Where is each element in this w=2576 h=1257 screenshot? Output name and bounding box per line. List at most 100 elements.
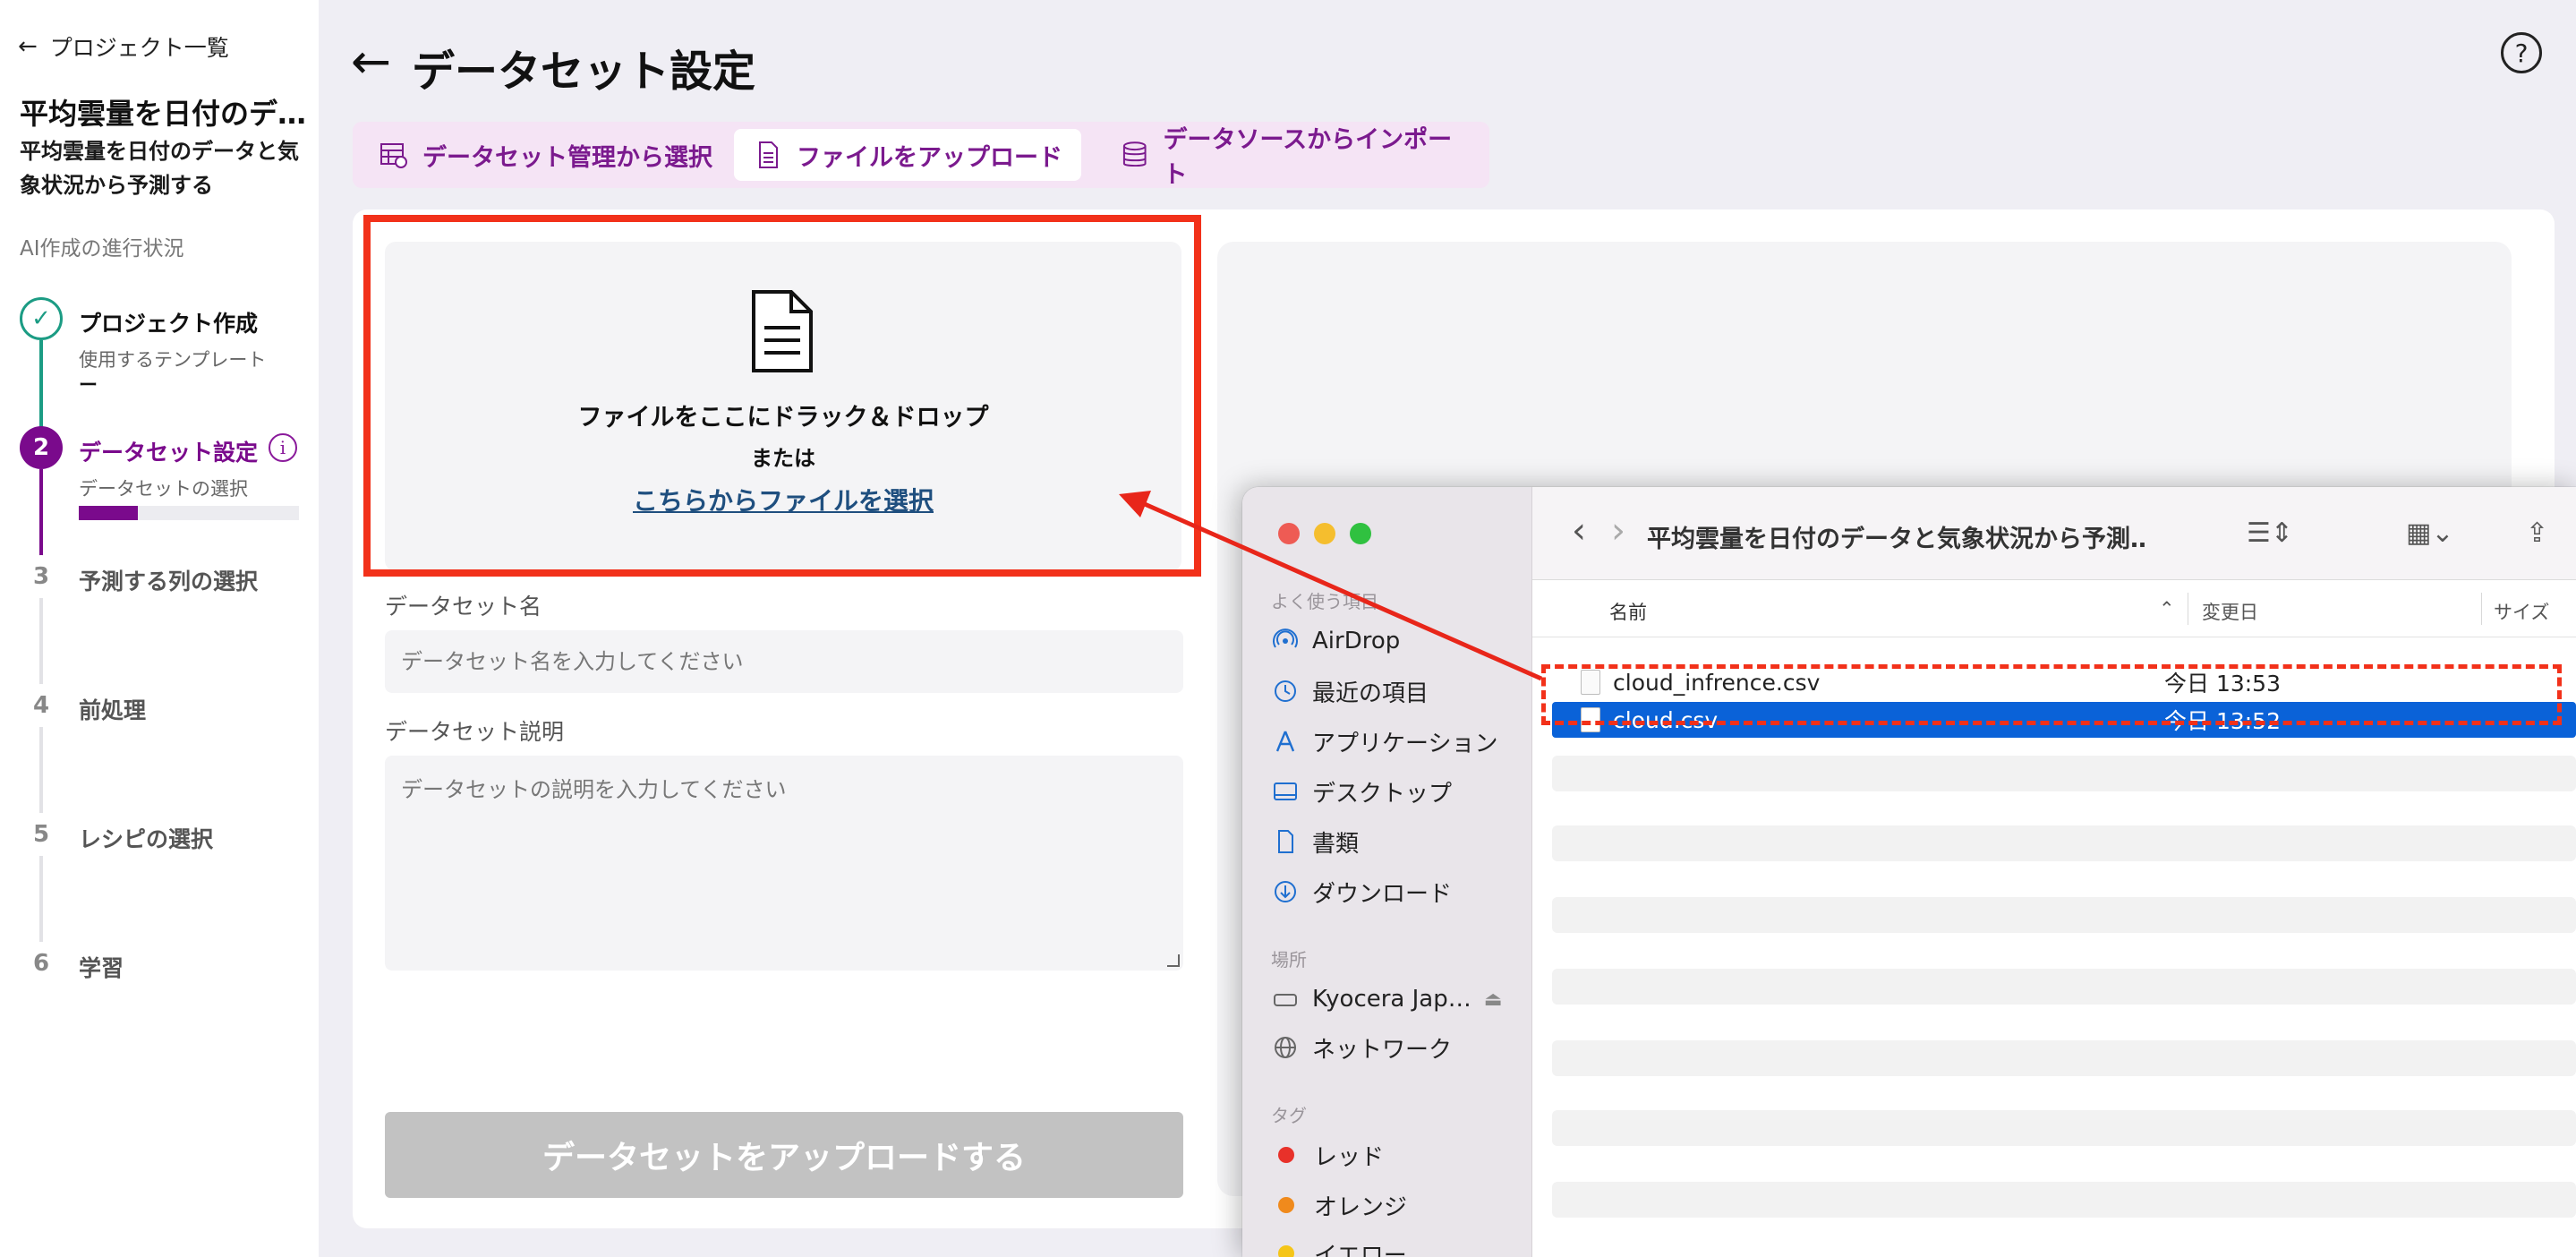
- drive-icon: [1271, 985, 1300, 1013]
- sidebar-item-label: Kyocera Jap…: [1312, 986, 1471, 1013]
- finder-window: よく使う項目 AirDrop 最近の項目 アプリケーション デスクトップ 書類 …: [1242, 487, 2576, 1257]
- step-number: 2: [20, 426, 63, 469]
- upload-dataset-button[interactable]: データセットをアップロードする: [385, 1112, 1183, 1198]
- back-label: プロジェクト一覧: [49, 35, 229, 61]
- column-name[interactable]: 名前: [1609, 598, 1647, 625]
- list-view-icon[interactable]: ☰⇕: [2247, 517, 2293, 549]
- tab-label: ファイルをアップロード: [797, 143, 1062, 172]
- close-window-button[interactable]: [1278, 523, 1300, 544]
- sidebar-item-drive[interactable]: Kyocera Jap… ⏏: [1271, 981, 1503, 1017]
- zoom-window-button[interactable]: [1350, 523, 1371, 544]
- selected-file-highlight-annotation: [1541, 664, 2562, 725]
- step-project-create[interactable]: プロジェクト作成: [79, 306, 258, 338]
- step-number: 4: [20, 684, 63, 727]
- tag-dot-icon: [1278, 1245, 1294, 1257]
- column-divider: [2481, 593, 2482, 625]
- finder-toolbar: ‹ › 平均雲量を日付のデータと気象状況から予測… ☰⇕ ▦⌄ ⇪: [1532, 487, 2576, 580]
- sidebar-item-documents[interactable]: 書類: [1271, 824, 1359, 859]
- tab-file-upload[interactable]: ファイルをアップロード: [734, 129, 1081, 181]
- finder-column-header: 名前 ⌃ 変更日 サイズ: [1532, 580, 2576, 637]
- step-number: 6: [20, 942, 63, 985]
- step-dataset-settings[interactable]: データセット設定: [79, 435, 258, 467]
- document-icon: [759, 141, 778, 168]
- favorites-heading: よく使う項目: [1271, 591, 1378, 612]
- progress-fill: [79, 506, 139, 520]
- step-done-check-icon: ✓: [20, 297, 63, 340]
- sidebar-item-network[interactable]: ネットワーク: [1271, 1030, 1452, 1065]
- info-icon[interactable]: i: [269, 433, 297, 462]
- dataset-desc-label: データセット説明: [385, 719, 565, 745]
- step-recipe[interactable]: レシピの選択: [79, 822, 213, 854]
- tab-datasource-import[interactable]: データソースからインポート: [1101, 126, 1489, 189]
- dataset-table-icon: [380, 143, 407, 168]
- sidebar-item-recents[interactable]: 最近の項目: [1271, 673, 1429, 709]
- step-number: 5: [20, 813, 63, 856]
- sidebar: ← プロジェクト一覧 平均雲量を日付のデ… 平均雲量を日付のデータと気象状況から…: [0, 0, 319, 1257]
- sidebar-item-downloads[interactable]: ダウンロード: [1271, 874, 1452, 910]
- column-modified[interactable]: 変更日: [2202, 598, 2258, 625]
- dataset-progress-bar: [79, 506, 299, 520]
- empty-row: [1552, 1040, 2576, 1076]
- resize-handle-icon[interactable]: [1167, 954, 1180, 967]
- airdrop-icon: [1271, 627, 1300, 655]
- tab-label: データソースからインポート: [1163, 126, 1453, 189]
- sidebar-item-label: デスクトップ: [1312, 780, 1453, 808]
- tab-label: データセット管理から選択: [422, 143, 712, 172]
- finder-folder-title: 平均雲量を日付のデータと気象状況から予測…: [1647, 526, 2148, 553]
- sidebar-item-label: オレンジ: [1314, 1193, 1408, 1221]
- globe-icon: [1271, 1033, 1300, 1062]
- arrow-left-icon: ←: [18, 33, 38, 60]
- back-to-projects-link[interactable]: ← プロジェクト一覧: [18, 30, 229, 63]
- download-icon: [1271, 877, 1300, 906]
- forward-chevron-icon[interactable]: ›: [1611, 510, 1625, 552]
- finder-sidebar: よく使う項目 AirDrop 最近の項目 アプリケーション デスクトップ 書類 …: [1242, 487, 1532, 1257]
- empty-row: [1552, 897, 2576, 933]
- step-dataset-select-label: データセットの選択: [79, 478, 248, 500]
- empty-row: [1552, 969, 2576, 1005]
- column-size[interactable]: サイズ: [2494, 598, 2549, 625]
- page-back-arrow-icon[interactable]: ←: [351, 38, 391, 86]
- dataset-name-label: データセット名: [385, 594, 542, 620]
- sidebar-tag-orange[interactable]: オレンジ: [1271, 1187, 1407, 1223]
- sort-chevron-icon[interactable]: ⌃: [2159, 598, 2175, 620]
- desktop-icon: [1271, 777, 1300, 806]
- sidebar-item-label: イエロー: [1314, 1242, 1407, 1257]
- sidebar-item-airdrop[interactable]: AirDrop: [1271, 623, 1400, 659]
- tab-dataset-management[interactable]: データセット管理から選択: [360, 129, 730, 181]
- project-description: 平均雲量を日付のデータと気象状況から予測する: [20, 139, 299, 198]
- sidebar-tag-red[interactable]: レッド: [1271, 1137, 1384, 1173]
- sidebar-item-label: 書類: [1312, 830, 1360, 858]
- sidebar-tag-yellow[interactable]: イエロー: [1271, 1236, 1407, 1257]
- project-title: 平均雲量を日付のデ…: [20, 97, 306, 131]
- sidebar-item-desktop[interactable]: デスクトップ: [1271, 774, 1452, 809]
- clock-icon: [1271, 677, 1300, 705]
- sidebar-item-label: AirDrop: [1312, 628, 1401, 654]
- sidebar-item-applications[interactable]: アプリケーション: [1271, 723, 1497, 759]
- page-title: データセット設定: [412, 47, 756, 97]
- empty-row: [1552, 825, 2576, 861]
- step-training[interactable]: 学習: [79, 951, 124, 983]
- step-preprocess[interactable]: 前処理: [79, 693, 146, 725]
- eject-icon[interactable]: ⏏: [1484, 988, 1503, 1011]
- empty-row: [1552, 1110, 2576, 1146]
- sidebar-item-label: ダウンロード: [1312, 880, 1453, 908]
- tags-heading: タグ: [1271, 1105, 1307, 1126]
- dropzone-highlight-annotation: [363, 215, 1201, 577]
- dataset-name-input[interactable]: [385, 630, 1183, 693]
- step-template-label: 使用するテンプレート: [79, 349, 267, 371]
- empty-row: [1552, 1182, 2576, 1218]
- document-icon: [1271, 827, 1300, 856]
- step-target-column[interactable]: 予測する列の選択: [79, 564, 258, 596]
- tag-dot-icon: [1278, 1197, 1294, 1213]
- minimize-window-button[interactable]: [1314, 523, 1335, 544]
- step-number: 3: [20, 555, 63, 598]
- back-chevron-icon[interactable]: ‹: [1572, 510, 1586, 552]
- empty-row: [1552, 756, 2576, 791]
- share-icon[interactable]: ⇪: [2526, 517, 2548, 549]
- help-icon[interactable]: ?: [2501, 32, 2542, 73]
- source-tabs: データセット管理から選択 ファイルをアップロード データソースからインポート: [353, 122, 1489, 189]
- dataset-desc-textarea[interactable]: [385, 756, 1183, 971]
- grid-view-icon[interactable]: ▦⌄: [2406, 517, 2453, 549]
- locations-heading: 場所: [1271, 949, 1307, 971]
- sidebar-item-label: 最近の項目: [1312, 680, 1429, 707]
